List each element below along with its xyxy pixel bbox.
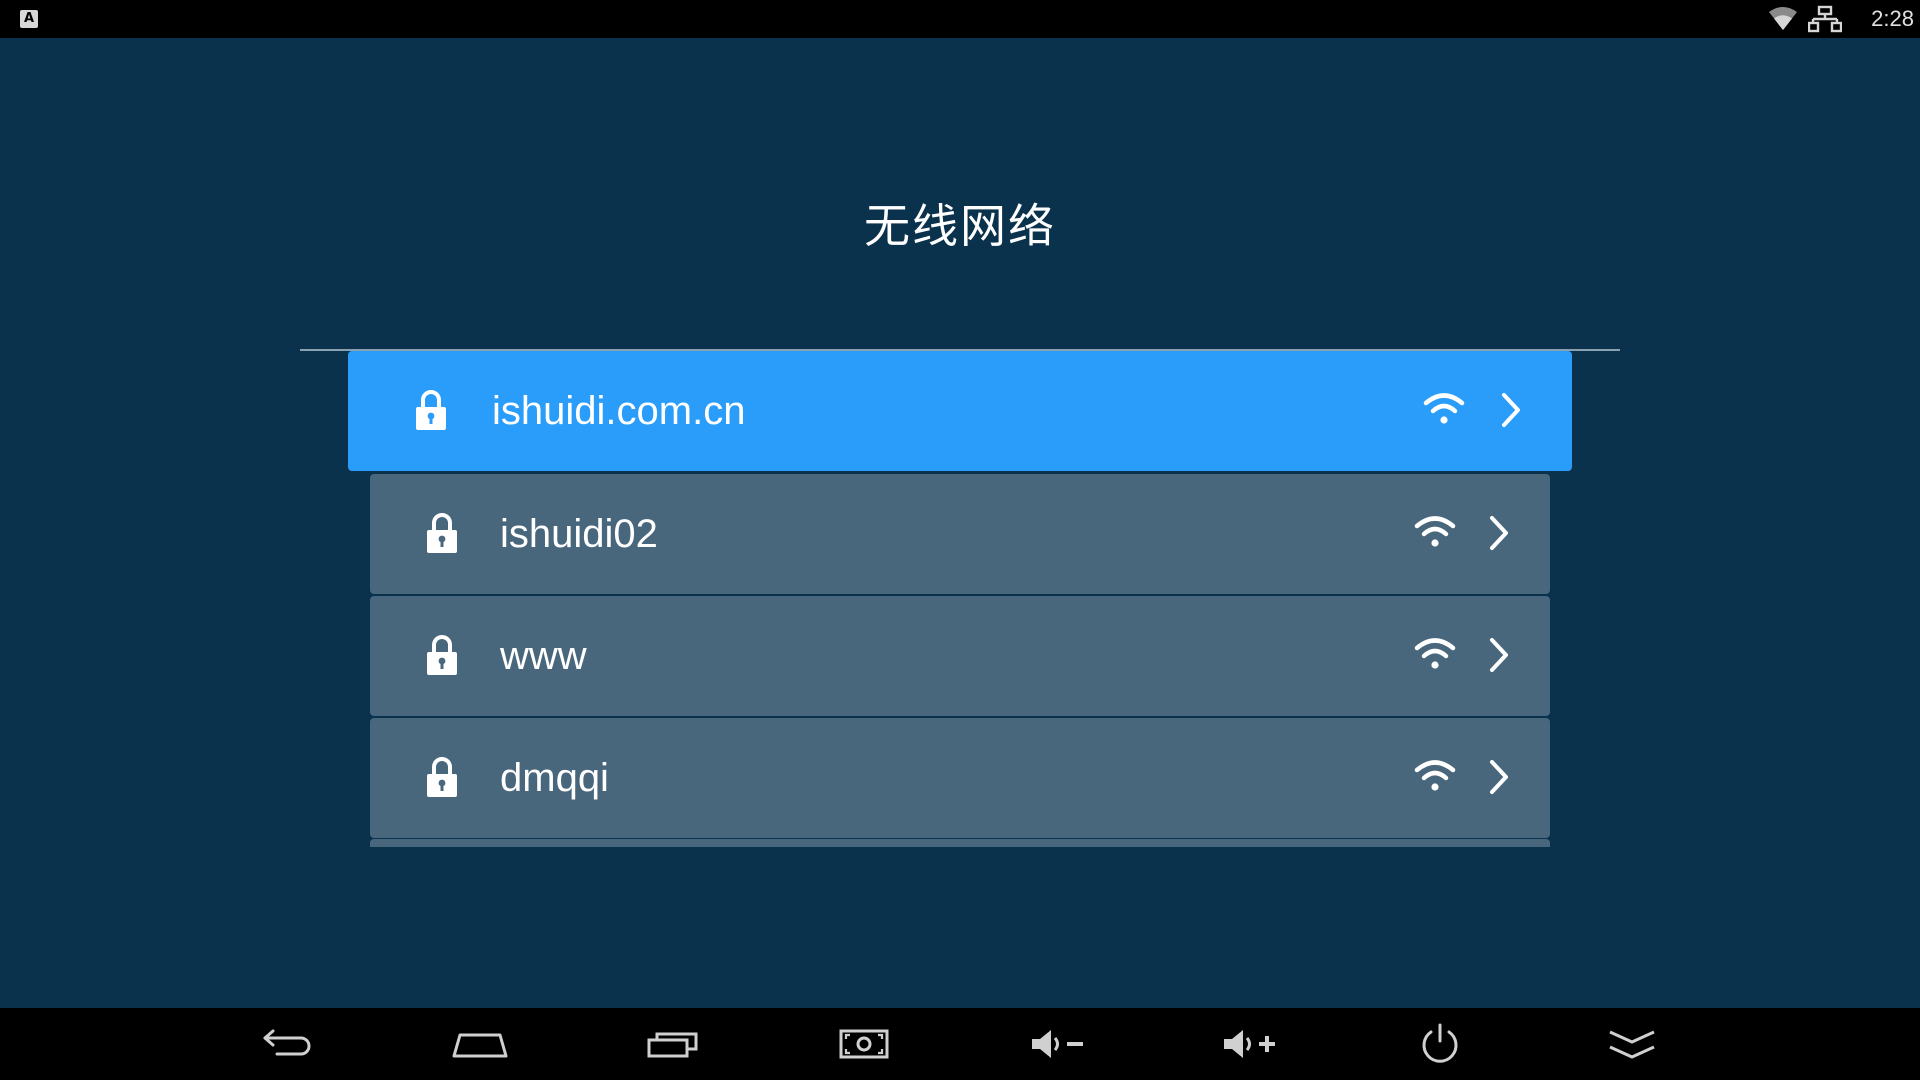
wifi-signal-icon <box>1414 760 1456 791</box>
volume-down-icon <box>1032 1030 1083 1058</box>
hide-bar-icon <box>1609 1030 1655 1059</box>
network-ssid: www <box>500 633 587 678</box>
wifi-signal-icon <box>1414 516 1456 547</box>
lock-icon <box>427 513 457 553</box>
back-button[interactable] <box>258 1020 318 1068</box>
lock-icon <box>427 757 457 797</box>
wifi-signal-icon <box>1423 393 1465 424</box>
lock-icon <box>427 635 457 675</box>
status-bar: A 2:28 <box>0 0 1920 38</box>
network-ssid: ishuidi.com.cn <box>492 388 746 433</box>
network-item-dmqqi[interactable]: dmqqi <box>370 718 1550 838</box>
ethernet-status-icon <box>1808 5 1842 33</box>
screenshot-button[interactable] <box>834 1020 894 1068</box>
network-ssid: dmqqi <box>500 755 609 800</box>
notification-icon: A <box>20 10 38 28</box>
chevron-right-icon <box>1490 638 1508 672</box>
hide-bar-button[interactable] <box>1602 1020 1662 1068</box>
network-item-partial[interactable] <box>370 839 1550 847</box>
status-time: 2:28 <box>1871 6 1914 31</box>
navigation-bar <box>0 1008 1920 1080</box>
chevron-right-icon <box>1502 393 1520 427</box>
lock-icon <box>416 390 446 430</box>
home-icon <box>452 1033 508 1058</box>
page-title: 无线网络 <box>864 199 1056 253</box>
home-button[interactable] <box>450 1020 510 1068</box>
recent-apps-icon <box>647 1032 698 1058</box>
network-item-ishuidi-com-cn[interactable]: ishuidi.com.cn <box>348 351 1572 471</box>
chevron-right-icon <box>1490 760 1508 794</box>
chevron-right-icon <box>1490 516 1508 550</box>
network-ssid: ishuidi02 <box>500 511 658 556</box>
wifi-status-icon <box>1769 7 1797 30</box>
volume-down-button[interactable] <box>1028 1020 1088 1068</box>
volume-up-button[interactable] <box>1220 1020 1280 1068</box>
recent-apps-button[interactable] <box>643 1020 703 1068</box>
screenshot-icon <box>839 1029 889 1059</box>
volume-up-icon <box>1224 1030 1275 1058</box>
network-item-ishuidi02[interactable]: ishuidi02 <box>370 474 1550 594</box>
back-icon <box>263 1029 311 1056</box>
wifi-signal-icon <box>1414 638 1456 669</box>
power-icon <box>1422 1023 1458 1063</box>
network-item-www[interactable]: www <box>370 596 1550 716</box>
power-button[interactable] <box>1410 1020 1470 1068</box>
